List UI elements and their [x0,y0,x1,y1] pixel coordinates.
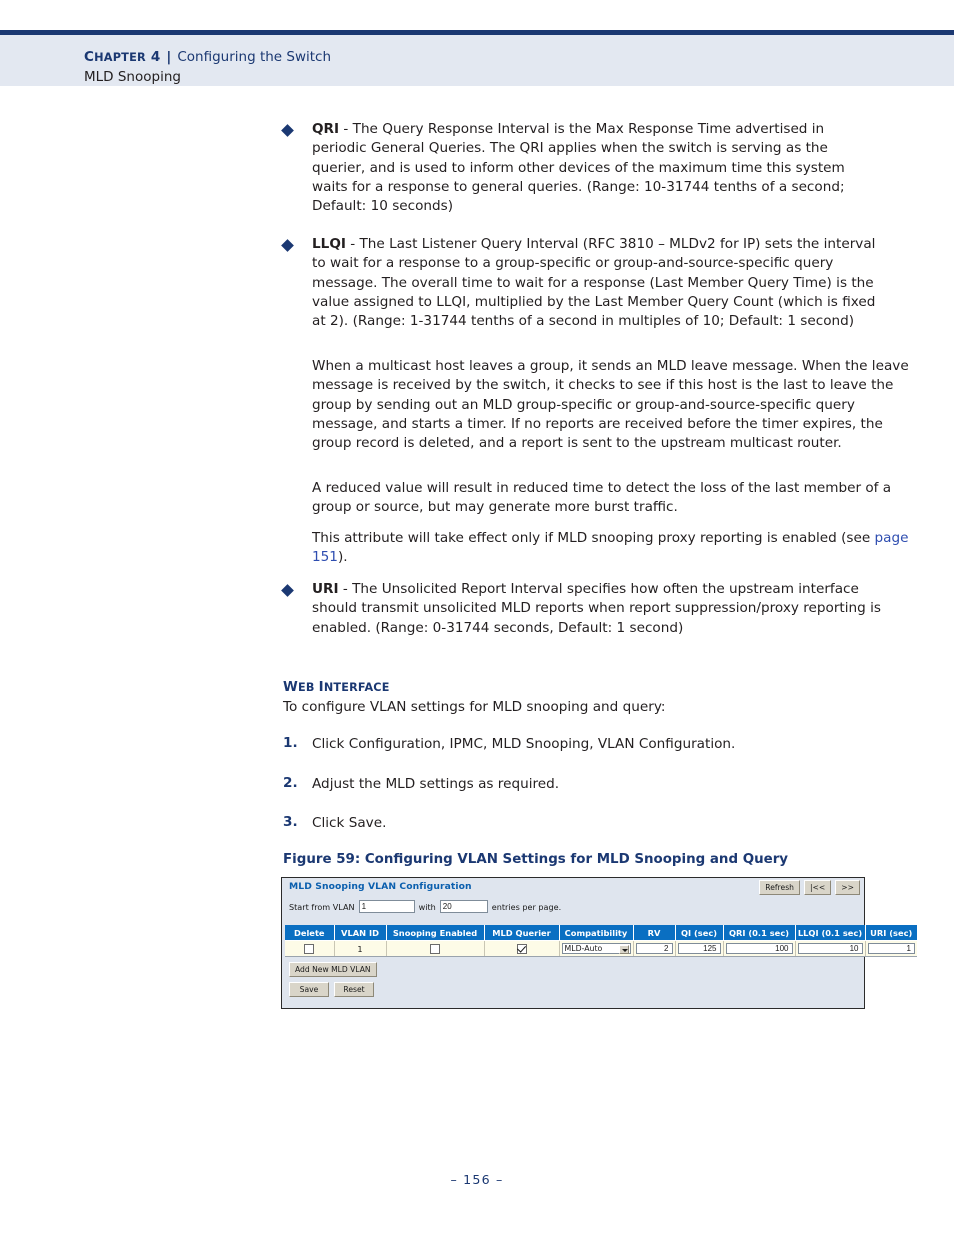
header-subtopic: MLD Snooping [84,69,181,85]
cell-qi [675,940,724,957]
cell-qri [723,940,796,957]
bullet-body-llqi: - The Last Listener Query Interval (RFC … [312,236,876,330]
paging-controls: Start from VLAN with entries per page. [289,900,561,913]
bullet-body-uri: - The Unsolicited Report Interval specif… [312,581,881,636]
step-2: 2. Adjust the MLD settings as required. [283,775,903,794]
breadcrumb-topic: Configuring the Switch [177,49,332,65]
diamond-bullet-icon [281,239,294,252]
col-compatibility[interactable]: Compatibility [559,925,634,941]
bullet-text-llqi: LLQI - The Last Listener Query Interval … [312,235,883,331]
breadcrumb: CHAPTER 4 | Configuring the Switch [84,49,331,65]
snooping-enabled-checkbox[interactable] [430,943,440,954]
page-number: – 156 – [450,1172,504,1187]
delete-checkbox[interactable] [304,943,315,954]
reset-button[interactable]: Reset [334,982,374,997]
cell-snooping-enabled [386,940,485,957]
diamond-bullet-icon [281,124,294,137]
paragraph-leave-message: When a multicast host leaves a group, it… [312,358,909,452]
chapter-label: CHAPTER 4 [84,49,161,65]
step-3-number: 3. [283,814,298,830]
step-1-text: Click Configuration, IPMC, MLD Snooping,… [312,736,736,752]
paragraph-proxy-reporting: This attribute will take effect only if … [312,529,912,568]
bullet-item-uri: URI - The Unsolicited Report Interval sp… [281,580,883,638]
col-qi[interactable]: QI (sec) [675,925,724,941]
breadcrumb-separator: | [166,49,172,65]
refresh-button[interactable]: Refresh [759,880,800,895]
cell-rv [633,940,676,957]
cell-compatibility: MLD-Auto [559,940,634,957]
screenshot-panel-title: MLD Snooping VLAN Configuration [289,881,472,892]
screenshot-top-button-group: Refresh |<< >> [759,880,860,895]
col-delete[interactable]: Delete [285,925,335,941]
cell-llqi [795,940,866,957]
col-snooping-enabled[interactable]: Snooping Enabled [386,925,485,941]
col-llqi[interactable]: LLQI (0.1 sec) [795,925,866,941]
start-from-vlan-input[interactable] [358,900,415,913]
with-label: with [418,901,436,912]
col-rv[interactable]: RV [633,925,676,941]
save-button[interactable]: Save [289,982,329,997]
add-new-mld-vlan-button[interactable]: Add New MLD VLAN [289,962,377,977]
screenshot-bottom-button-group: Save Reset [289,982,374,997]
compatibility-select[interactable]: MLD-Auto [561,943,631,954]
bullet-item-qri: QRI - The Query Response Interval is the… [281,120,883,216]
col-uri[interactable]: URI (sec) [865,925,917,941]
figure-screenshot-mld-snooping-vlan-configuration: MLD Snooping VLAN Configuration Refresh … [281,877,917,1009]
bullet-text-uri: URI - The Unsolicited Report Interval sp… [312,580,883,638]
qri-input[interactable] [725,943,793,954]
bullet-term-uri: URI [312,581,339,597]
entries-per-page-label: entries per page. [491,901,562,912]
web-interface-lead: To configure VLAN settings for MLD snoop… [283,699,666,715]
compatibility-selected-value: MLD-Auto [564,944,603,953]
figure-caption: Figure 59: Configuring VLAN Settings for… [283,852,789,867]
rv-input[interactable] [635,943,673,954]
cell-vlan-id: 1 [334,940,387,957]
entries-per-page-input[interactable] [439,900,488,913]
cell-uri [865,940,917,957]
page-footer: – 156 – [0,1172,954,1187]
llqi-input[interactable] [797,943,863,954]
proxy-text-prefix: This attribute will take effect only if … [312,530,875,546]
qi-input[interactable] [677,943,721,954]
table-row: 1 MLD-Auto [285,940,917,957]
mld-vlan-table: Delete VLAN ID Snooping Enabled MLD Quer… [285,925,917,957]
next-page-button[interactable]: >> [835,880,860,895]
paragraph-reduced-value: A reduced value will result in reduced t… [312,480,892,516]
step-1: 1. Click Configuration, IPMC, MLD Snoopi… [283,735,903,754]
cell-mld-querier [484,940,560,957]
step-1-number: 1. [283,735,298,751]
col-mld-querier[interactable]: MLD Querier [484,925,560,941]
step-3: 3. Click Save. [283,814,903,833]
bullet-term-qri: QRI [312,121,340,137]
bullet-term-llqi: LLQI [312,236,346,252]
mld-querier-checkbox[interactable] [516,943,527,954]
bullet-text-qri: QRI - The Query Response Interval is the… [312,120,883,216]
page-running-header: CHAPTER 4 | Configuring the Switch MLD Sno… [0,30,954,86]
screenshot-titlebar: MLD Snooping VLAN Configuration Refresh … [282,878,864,897]
bullet-item-llqi: LLQI - The Last Listener Query Interval … [281,235,883,331]
proxy-text-suffix: ). [337,549,348,566]
col-vlan-id[interactable]: VLAN ID [334,925,387,941]
table-header-row: Delete VLAN ID Snooping Enabled MLD Quer… [285,925,917,941]
cell-delete [285,940,335,957]
uri-input[interactable] [867,943,915,954]
chevron-down-icon[interactable] [618,945,629,954]
step-2-text: Adjust the MLD settings as required. [312,776,560,792]
first-page-button[interactable]: |<< [803,880,832,895]
bullet-body-qri: - The Query Response Interval is the Max… [312,121,845,215]
section-heading-web-interface: WEB INTERFACE [283,680,390,695]
diamond-bullet-icon [281,584,294,597]
step-2-number: 2. [283,775,298,791]
start-from-vlan-label: Start from VLAN [289,901,355,912]
step-3-text: Click Save. [312,815,387,831]
col-qri[interactable]: QRI (0.1 sec) [723,925,796,941]
